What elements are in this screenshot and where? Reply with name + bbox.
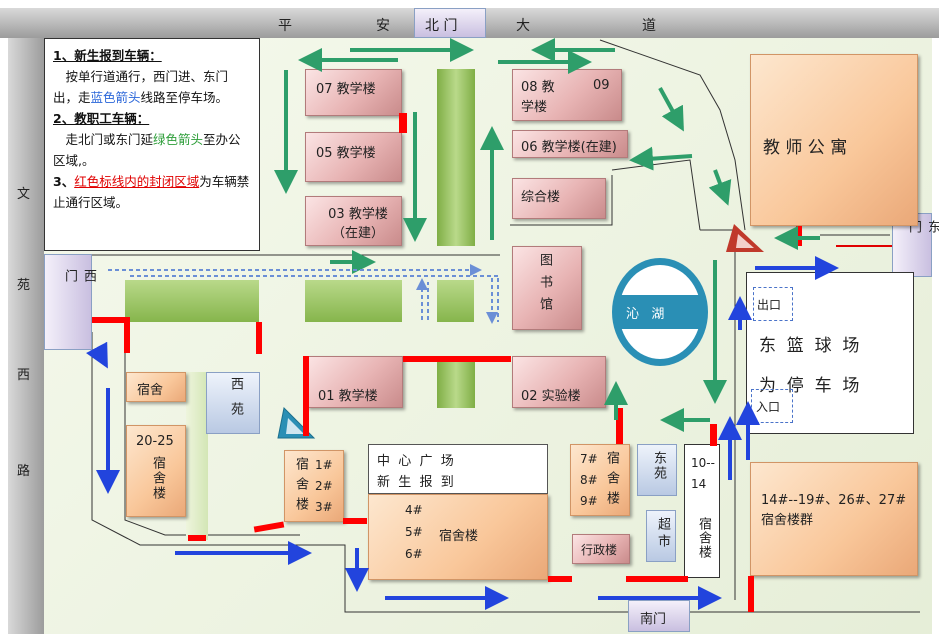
traffic-arrows [86, 38, 839, 610]
